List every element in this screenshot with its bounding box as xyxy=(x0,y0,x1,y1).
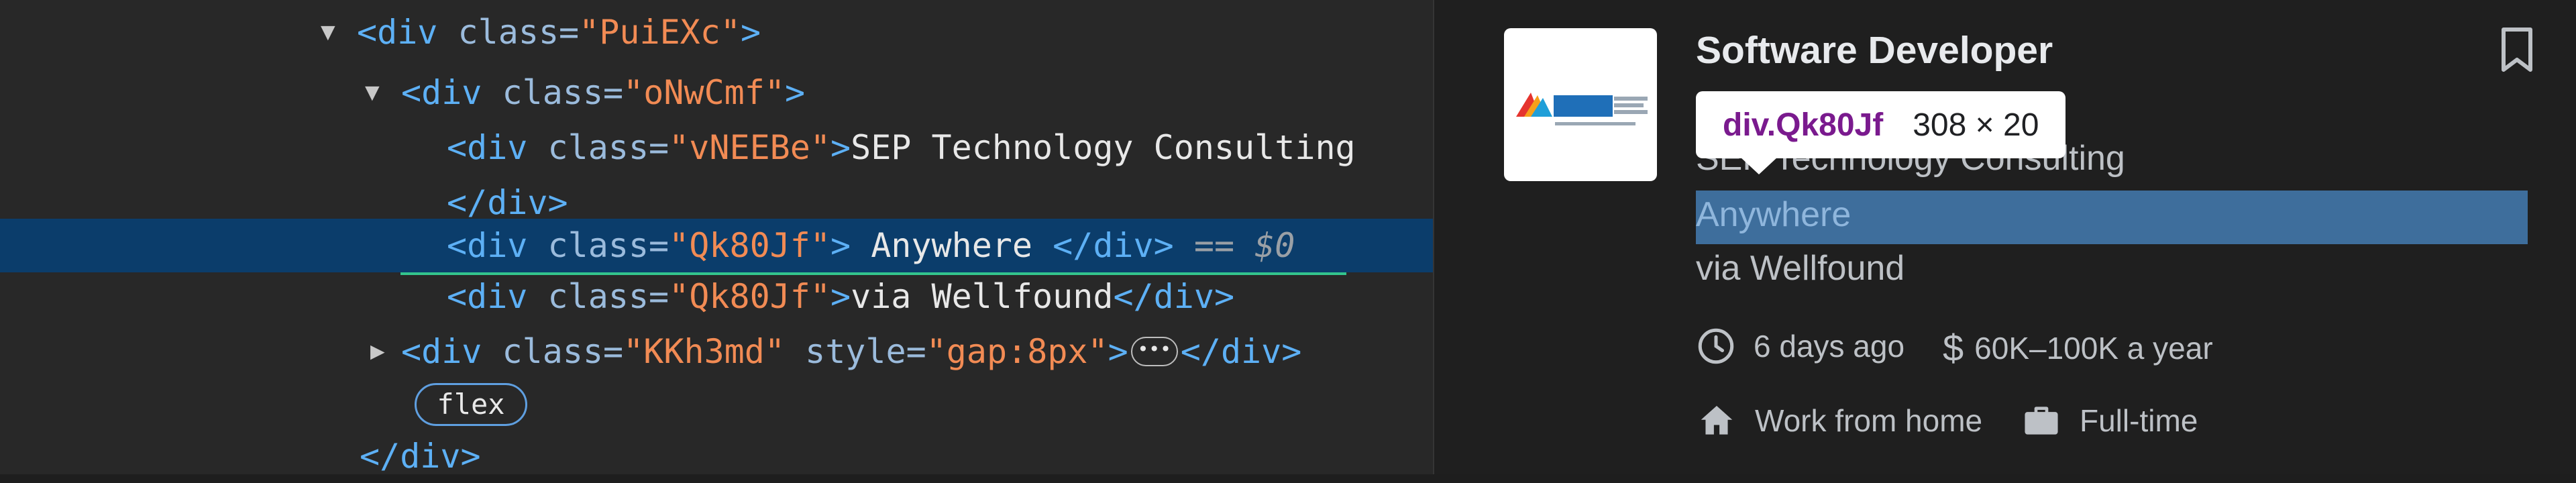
tooltip-arrow xyxy=(1740,157,1778,174)
dom-node-puiexc[interactable]: ▼ <div class="PuiEXc"> xyxy=(0,5,1433,59)
posted-meta: 6 days ago xyxy=(1696,326,1904,366)
dom-node-vneebe[interactable]: <div class="vNEEBe">SEP Technology Consu… xyxy=(0,121,1433,174)
dom-node-code: <div class="Qk80Jf">via Wellfound</div> xyxy=(447,277,1235,316)
expand-triangle-icon[interactable]: ▼ xyxy=(365,66,380,119)
briefcase-icon xyxy=(2025,407,2058,435)
flex-badge[interactable]: flex xyxy=(415,383,527,426)
dom-node-code: <div class="PuiEXc"> xyxy=(357,13,761,52)
salary-range: 60K–100K a year xyxy=(1974,330,2213,366)
dom-node-code: </div> xyxy=(360,437,481,476)
dom-node-onwcmf[interactable]: ▼ <div class="oNwCmf"> xyxy=(0,66,1433,119)
dom-node-qk80jf-selected[interactable]: <div class="Qk80Jf"> Anywhere </div> == … xyxy=(0,219,1433,272)
home-icon xyxy=(1701,406,1733,435)
job-card-preview: Software Developer SEP Technology Consul… xyxy=(1433,0,2576,474)
dollar-icon: $ xyxy=(1943,327,1964,369)
work-mode-meta: Work from home xyxy=(1696,400,1982,441)
company-logo[interactable] xyxy=(1504,28,1657,181)
dom-node-code: <div class="Qk80Jf"> Anywhere </div> == … xyxy=(447,226,1295,265)
clock-icon xyxy=(1698,328,1734,364)
dom-node-qk80jf[interactable]: <div class="Qk80Jf">via Wellfound</div> xyxy=(0,270,1433,323)
tooltip-selector: div.Qk80Jf xyxy=(1723,107,1884,143)
employment-type-meta: Full-time xyxy=(2021,400,2198,441)
dom-node-code: <div class="vNEEBe">SEP Technology Consu… xyxy=(447,128,1356,167)
elements-panel: ▼ <div class="PuiEXc"> ▼ <div class="oNw… xyxy=(0,0,1433,476)
work-mode: Work from home xyxy=(1755,403,1983,438)
ellipsis-button[interactable]: ••• xyxy=(1130,336,1178,366)
posted-date: 6 days ago xyxy=(1754,329,1905,364)
dom-node-close[interactable]: </div> xyxy=(0,429,1433,483)
inspector-tooltip: div.Qk80Jf 308 × 20 xyxy=(1696,91,2066,158)
bookmark-icon[interactable] xyxy=(2490,23,2544,80)
job-title[interactable]: Software Developer xyxy=(1696,28,2053,72)
expand-triangle-icon[interactable]: ▶ xyxy=(370,325,385,378)
job-location: Anywhere xyxy=(1696,195,1851,234)
salary-meta: $ 60K–100K a year xyxy=(1943,326,2213,370)
job-source: via Wellfound xyxy=(1696,249,1905,288)
dom-node-kkh3md[interactable]: ▶ <div class="KKh3md" style="gap:8px"> ••… xyxy=(0,325,1433,378)
expand-triangle-icon[interactable]: ▼ xyxy=(321,5,335,59)
dom-node-code: <div class="oNwCmf"> xyxy=(401,73,806,112)
employment-type: Full-time xyxy=(2080,403,2198,438)
tooltip-dimensions: 308 × 20 xyxy=(1913,107,2039,143)
dom-node-code: <div class="KKh3md" style="gap:8px"> ••• <… xyxy=(401,332,1302,371)
